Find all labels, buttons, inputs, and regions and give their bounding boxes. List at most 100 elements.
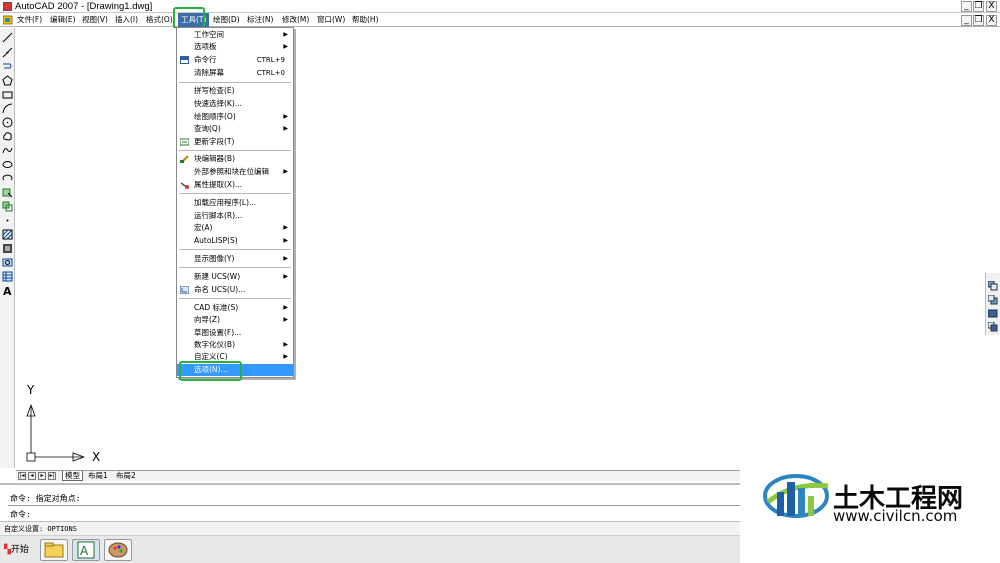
menu-item-label: AutoLISP(S): [194, 236, 238, 245]
last-tab-button[interactable]: ▸|: [48, 472, 56, 480]
menu-draw[interactable]: 绘图(D): [213, 13, 240, 27]
line-tool-icon[interactable]: [2, 32, 13, 43]
menu-item-inquiry[interactable]: 查询(Q) ▶: [177, 123, 293, 135]
menu-item-named-ucs[interactable]: 命名 UCS(U)...: [177, 284, 293, 296]
menu-item-cad-standards[interactable]: CAD 标准(S) ▶: [177, 302, 293, 314]
menu-item-draw-order[interactable]: 绘图顺序(O) ▶: [177, 111, 293, 123]
menu-item-update-fields[interactable]: 更新字段(T): [177, 136, 293, 148]
circle-icon[interactable]: [2, 117, 13, 128]
ellipse-arc-icon[interactable]: [2, 173, 13, 184]
polygon-icon[interactable]: [2, 75, 13, 86]
gradient-icon[interactable]: [2, 243, 13, 254]
menu-item-load-application[interactable]: 加载应用程序(L)...: [177, 197, 293, 209]
next-tab-button[interactable]: ▸: [38, 472, 46, 480]
drawing-canvas[interactable]: [16, 28, 985, 470]
menu-separator: [179, 193, 291, 194]
point-icon[interactable]: [2, 215, 13, 226]
ellipse-icon[interactable]: [2, 159, 13, 170]
menu-item-spelling[interactable]: 拼写检查(E): [177, 85, 293, 97]
table-icon[interactable]: [2, 271, 13, 282]
menu-item-quick-select[interactable]: 快速选择(K)...: [177, 98, 293, 110]
autocad-icon: A: [77, 541, 95, 559]
menu-item-drafting-settings[interactable]: 草图设置(F)...: [177, 327, 293, 339]
rectangle-icon[interactable]: [2, 89, 13, 100]
tools-dropdown-menu: 工作空间 ▶ 选项板 ▶ 命令行 CTRL+9 清除屏幕 CTRL+0 拼写检查(E) …: [176, 27, 294, 378]
insert-block-icon[interactable]: [2, 187, 13, 198]
menu-item-label: 命令行: [194, 55, 217, 64]
menu-item-tablet[interactable]: 数字化仪(B) ▶: [177, 339, 293, 351]
tab-layout1[interactable]: 布局1: [86, 471, 110, 481]
doc-minimize-button[interactable]: _: [961, 15, 972, 26]
window-title: AutoCAD 2007 - [Drawing1.dwg]: [15, 1, 153, 12]
doc-restore-button[interactable]: ❐: [973, 15, 984, 26]
document-icon[interactable]: [3, 15, 13, 25]
menu-item-label: 清除屏幕: [194, 68, 224, 77]
autocad-task-button[interactable]: A: [72, 539, 100, 561]
bring-above-icon[interactable]: [988, 309, 998, 319]
paint-icon: [108, 542, 128, 558]
menu-item-workspaces[interactable]: 工作空间 ▶: [177, 29, 293, 41]
menu-separator: [179, 249, 291, 250]
menu-item-display-image[interactable]: 显示图像(Y) ▶: [177, 253, 293, 265]
paint-task-button[interactable]: [104, 539, 132, 561]
submenu-arrow-icon: ▶: [283, 273, 288, 280]
command-prompt[interactable]: 命令:: [10, 509, 31, 520]
send-to-back-icon[interactable]: [988, 295, 998, 305]
menu-item-label: 加载应用程序(L)...: [194, 198, 257, 207]
menu-dimension[interactable]: 标注(N): [247, 13, 273, 27]
menu-item-label: 宏(A): [194, 223, 213, 232]
doc-close-button[interactable]: X: [986, 15, 997, 26]
menu-item-run-script[interactable]: 运行脚本(R)...: [177, 210, 293, 222]
hatch-icon[interactable]: [2, 229, 13, 240]
restore-button[interactable]: ❐: [973, 1, 984, 12]
menu-window[interactable]: 窗口(W): [317, 13, 345, 27]
autocad-app-icon[interactable]: [3, 2, 12, 11]
construction-line-icon[interactable]: [2, 47, 13, 58]
tab-layout2[interactable]: 布局2: [114, 471, 138, 481]
submenu-arrow-icon: ▶: [283, 125, 288, 132]
menu-item-new-ucs[interactable]: 新建 UCS(W) ▶: [177, 271, 293, 283]
menu-item-clean-screen[interactable]: 清除屏幕 CTRL+0: [177, 67, 293, 79]
start-button[interactable]: ▚开始: [2, 540, 35, 560]
arc-icon[interactable]: [2, 103, 13, 114]
menu-item-macro[interactable]: 宏(A) ▶: [177, 222, 293, 234]
menu-item-xref-edit[interactable]: 外部参照和块在位编辑 ▶: [177, 166, 293, 178]
menu-item-label: 外部参照和块在位编辑: [194, 167, 269, 176]
menu-item-label: CAD 标准(S): [194, 303, 239, 312]
menu-help[interactable]: 帮助(H): [352, 13, 379, 27]
spline-icon[interactable]: [2, 145, 13, 156]
prev-tab-button[interactable]: ◂: [28, 472, 36, 480]
close-button[interactable]: X: [986, 1, 997, 12]
menu-item-command-line[interactable]: 命令行 CTRL+9: [177, 54, 293, 66]
menu-format[interactable]: 格式(O): [146, 13, 173, 27]
revision-cloud-icon[interactable]: [2, 131, 13, 142]
menu-edit[interactable]: 编辑(E): [50, 13, 76, 27]
menu-item-attribute-extract[interactable]: 属性提取(X)...: [177, 179, 293, 191]
named-ucs-icon: [180, 286, 189, 294]
menu-item-wizards[interactable]: 向导(Z) ▶: [177, 314, 293, 326]
tools-menu-highlight: [173, 7, 205, 29]
file-explorer-task-button[interactable]: [40, 539, 68, 561]
watermark-url: www.civilcn.com: [833, 507, 958, 525]
menu-view[interactable]: 视图(V): [82, 13, 108, 27]
menu-separator: [179, 82, 291, 83]
command-line-icon: [180, 56, 189, 64]
minimize-button[interactable]: _: [961, 1, 972, 12]
menu-item-block-editor[interactable]: 块编辑器(B): [177, 153, 293, 165]
menu-item-shortcut: CTRL+0: [256, 69, 285, 77]
send-under-icon[interactable]: [988, 322, 998, 332]
bring-to-front-icon[interactable]: [988, 281, 998, 291]
menu-item-label: 显示图像(Y): [194, 254, 235, 263]
tab-model[interactable]: 模型: [62, 471, 83, 481]
menu-modify[interactable]: 修改(M): [282, 13, 309, 27]
region-icon[interactable]: [2, 257, 13, 268]
menu-item-autolisp[interactable]: AutoLISP(S) ▶: [177, 235, 293, 247]
polyline-icon[interactable]: [2, 61, 13, 72]
first-tab-button[interactable]: |◂: [18, 472, 26, 480]
title-bar: AutoCAD 2007 - [Drawing1.dwg] _ ❐ X: [0, 0, 1000, 13]
make-block-icon[interactable]: [2, 201, 13, 212]
menu-file[interactable]: 文件(F): [17, 13, 42, 27]
menu-item-palettes[interactable]: 选项板 ▶: [177, 41, 293, 53]
menu-insert[interactable]: 插入(I): [115, 13, 138, 27]
multiline-text-icon[interactable]: A: [2, 285, 13, 296]
